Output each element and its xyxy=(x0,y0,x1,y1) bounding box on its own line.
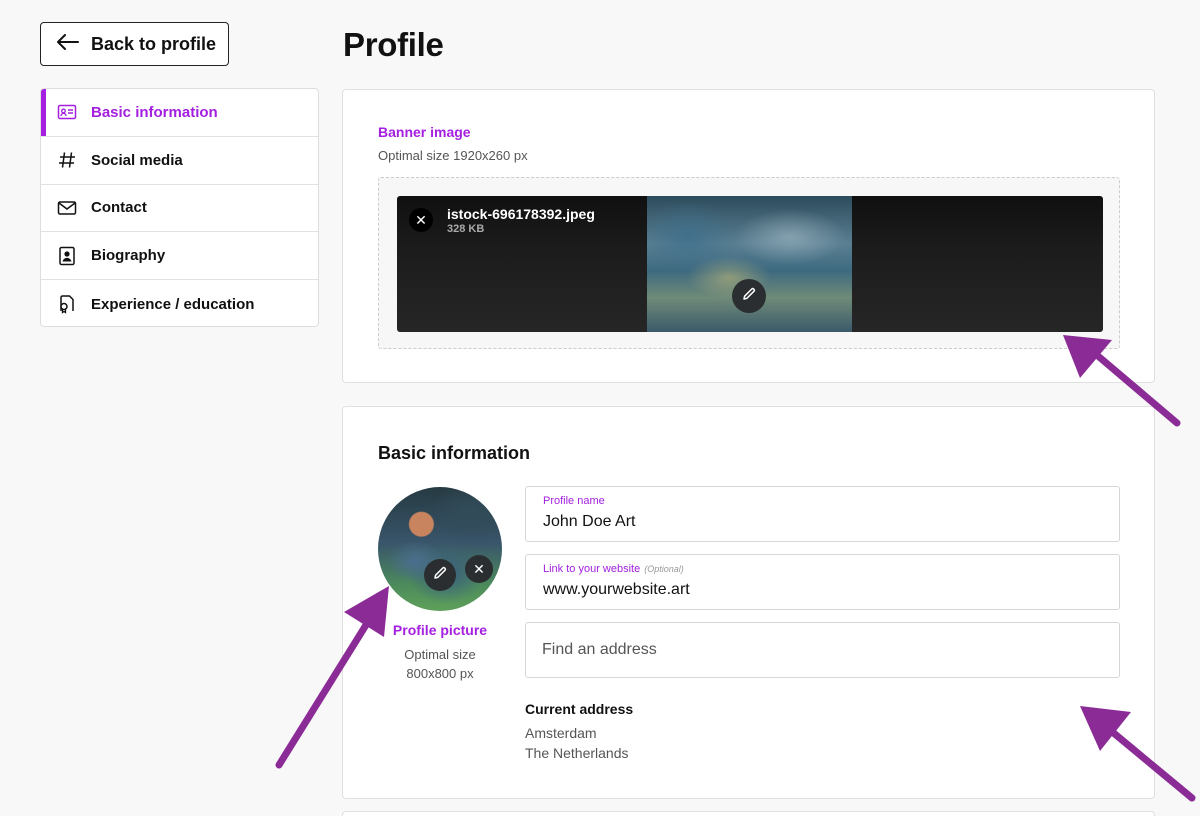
profile-name-field[interactable]: Profile name John Doe Art xyxy=(525,486,1120,542)
current-address-line2: The Netherlands xyxy=(525,745,629,761)
envelope-icon xyxy=(57,198,77,218)
banner-file-name: istock-696178392.jpeg xyxy=(447,206,595,222)
profile-picture-hint-line1: Optimal size xyxy=(404,647,476,662)
sidebar-item-biography[interactable]: Biography xyxy=(41,232,318,281)
sidebar-item-label: Basic information xyxy=(91,103,218,121)
profile-name-label: Profile name xyxy=(543,495,605,507)
sidebar-item-label: Contact xyxy=(91,199,147,217)
sidebar-item-basic-information[interactable]: Basic information xyxy=(41,89,318,137)
sidebar-item-experience-education[interactable]: Experience / education xyxy=(41,280,318,326)
back-button-label: Back to profile xyxy=(91,33,217,54)
pencil-icon xyxy=(741,286,757,307)
current-address-line1: Amsterdam xyxy=(525,725,597,741)
banner-dropzone[interactable]: ✕ istock-696178392.jpeg 328 KB xyxy=(378,177,1120,349)
address-search-input[interactable] xyxy=(542,623,1107,677)
arrow-left-icon xyxy=(57,33,79,55)
sidebar-item-social-media[interactable]: Social media xyxy=(41,137,318,185)
banner-image-label: Banner image xyxy=(378,124,471,140)
banner-image-card: Banner image Optimal size 1920x260 px ✕ … xyxy=(342,89,1155,383)
certificate-icon xyxy=(57,294,77,314)
sidebar-item-label: Experience / education xyxy=(91,295,255,313)
current-address-label: Current address xyxy=(525,701,634,717)
close-icon: ✕ xyxy=(415,211,427,228)
section-title: Basic information xyxy=(378,443,531,463)
profile-picture-hint-line2: 800x800 px xyxy=(406,666,474,681)
banner-size-hint: Optimal size 1920x260 px xyxy=(378,148,528,163)
close-icon: ✕ xyxy=(473,560,485,577)
website-field[interactable]: Link to your website (Optional) www.yourw… xyxy=(525,554,1120,610)
website-value[interactable]: www.yourwebsite.art xyxy=(543,581,690,599)
profile-name-value[interactable]: John Doe Art xyxy=(543,513,636,531)
sidebar-item-contact[interactable]: Contact xyxy=(41,185,318,233)
optional-tag: (Optional) xyxy=(644,564,684,574)
website-label-text: Link to your website xyxy=(543,563,641,575)
sidebar-item-label: Biography xyxy=(91,247,166,265)
page-title: Profile xyxy=(343,26,444,63)
profile-picture-hint: Optimal size 800x800 px xyxy=(378,645,502,683)
sidebar-item-label: Social media xyxy=(91,151,183,169)
remove-profile-picture-button[interactable]: ✕ xyxy=(465,555,493,583)
profile-sections-nav: Basic information Social media Contact B… xyxy=(40,88,319,327)
profile-picture-avatar[interactable] xyxy=(378,487,502,611)
edit-banner-button[interactable] xyxy=(732,279,766,313)
address-search-field[interactable] xyxy=(525,622,1120,678)
website-label: Link to your website (Optional) xyxy=(543,563,684,575)
next-section-card xyxy=(342,811,1155,816)
profile-picture-label: Profile picture xyxy=(392,622,488,638)
back-to-profile-button[interactable]: Back to profile xyxy=(40,22,229,66)
portrait-icon xyxy=(57,246,77,266)
basic-information-card: Basic information ✕ Profile picture Opti… xyxy=(342,406,1155,799)
pencil-icon xyxy=(432,565,448,586)
edit-profile-picture-button[interactable] xyxy=(424,559,456,591)
banner-image-preview: ✕ istock-696178392.jpeg 328 KB xyxy=(397,196,1103,332)
hashtag-icon xyxy=(57,150,77,170)
id-card-icon xyxy=(57,102,77,122)
remove-banner-button[interactable]: ✕ xyxy=(409,208,433,232)
banner-file-size: 328 KB xyxy=(447,223,485,235)
